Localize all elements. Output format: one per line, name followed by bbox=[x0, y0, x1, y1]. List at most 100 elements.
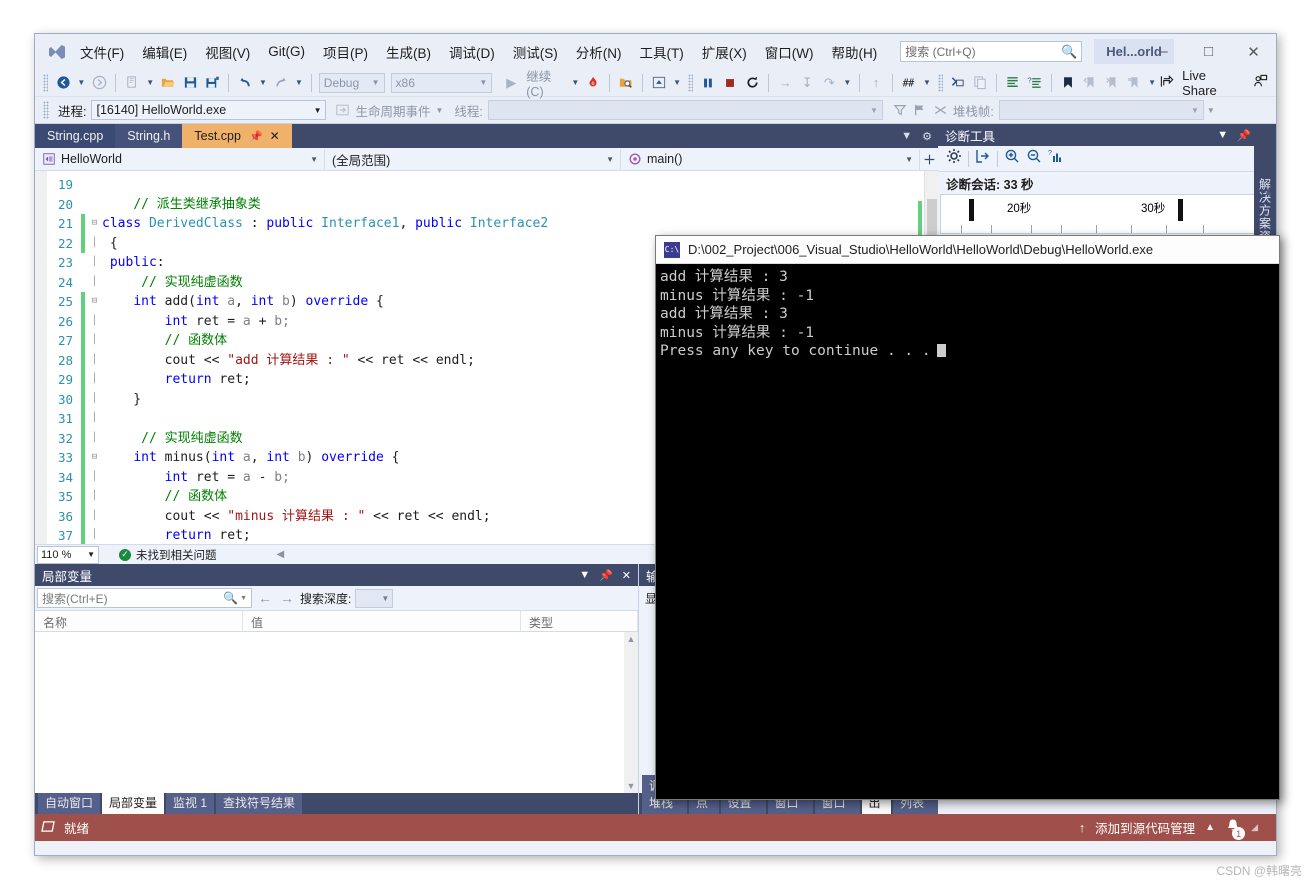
step-into-icon[interactable]: ↧ bbox=[796, 72, 818, 94]
platform-combo[interactable]: x86 ▼ bbox=[390, 72, 493, 93]
scroll-down-icon[interactable]: ▼ bbox=[624, 781, 638, 791]
menu-item-view[interactable]: 视图(V) bbox=[196, 34, 259, 69]
menu-item-extensions[interactable]: 扩展(X) bbox=[693, 34, 756, 69]
toolbar-grip[interactable] bbox=[43, 73, 49, 92]
continue-dropdown-icon[interactable]: ▼ bbox=[568, 78, 582, 87]
feedback-icon[interactable] bbox=[1252, 74, 1268, 92]
clear-bookmark-icon[interactable] bbox=[1123, 72, 1145, 94]
tab-watch-1[interactable]: 监视 1 bbox=[166, 792, 215, 814]
outline-toggle-icon[interactable]: ⊟ bbox=[89, 214, 100, 234]
new-item-dropdown-icon[interactable]: ▼ bbox=[143, 78, 157, 87]
dropdown-icon[interactable]: ▼ bbox=[579, 569, 590, 582]
code-line[interactable]: 21 ⊟ class DerivedClass : public Interface… bbox=[35, 214, 938, 234]
close-icon[interactable]: ✕ bbox=[270, 129, 280, 143]
search-next-icon[interactable]: → bbox=[278, 590, 296, 606]
flag-icon[interactable] bbox=[913, 103, 927, 117]
pin-icon[interactable]: 📌 bbox=[599, 569, 613, 582]
outline-toggle-icon[interactable]: ⊟ bbox=[89, 448, 100, 468]
stop-icon[interactable] bbox=[719, 72, 741, 94]
back-dropdown-icon[interactable]: ▼ bbox=[74, 78, 88, 87]
console-window[interactable]: C:\ D:\002_Project\006_Visual_Studio\Hel… bbox=[655, 235, 1280, 800]
up-arrow-icon[interactable]: ↑ bbox=[865, 72, 887, 94]
thread-icon[interactable] bbox=[947, 72, 969, 94]
menu-item-tools[interactable]: 工具(T) bbox=[631, 34, 693, 69]
minimize-icon[interactable]: – bbox=[1141, 34, 1186, 69]
close-icon[interactable]: ✕ bbox=[622, 569, 631, 582]
undo-dropdown-icon[interactable]: ▼ bbox=[256, 78, 270, 87]
member-selector[interactable]: main() ▼ bbox=[621, 148, 920, 170]
notification-bell[interactable]: 1 bbox=[1225, 818, 1246, 840]
back-navigate-icon[interactable] bbox=[52, 72, 74, 94]
menu-item-window[interactable]: 窗口(W) bbox=[756, 34, 823, 69]
cross-threads-icon[interactable] bbox=[933, 103, 948, 117]
open-file-icon[interactable] bbox=[157, 72, 179, 94]
hot-reload-icon[interactable] bbox=[582, 72, 604, 94]
overflow-dropdown-icon[interactable]: ▼ bbox=[1204, 106, 1218, 115]
tab-find-symbol-results[interactable]: 查找符号结果 bbox=[216, 792, 303, 814]
tab-locals[interactable]: 局部变量 bbox=[102, 792, 165, 814]
search-depth-combo[interactable]: ▼ bbox=[355, 588, 394, 608]
menu-item-project[interactable]: 项目(P) bbox=[314, 34, 377, 69]
chart-icon[interactable]: ? bbox=[1048, 148, 1064, 169]
locals-grid-body[interactable]: ▲ ▼ bbox=[35, 632, 638, 793]
column-header-value[interactable]: 值 bbox=[243, 611, 521, 631]
editor-issue-status[interactable]: ✓ 未找到相关问题 bbox=[99, 547, 217, 563]
column-header-type[interactable]: 类型 bbox=[521, 611, 638, 631]
scroll-left-icon[interactable]: ◀ bbox=[217, 549, 285, 560]
locals-search-input[interactable]: 搜索(Ctrl+E) 🔍 ▼ bbox=[37, 588, 252, 608]
quick-launch-search[interactable]: 搜索 (Ctrl+Q) 🔍 bbox=[900, 41, 1083, 62]
zoom-out-icon[interactable] bbox=[1026, 148, 1042, 169]
callstack-combo[interactable]: ▼ bbox=[998, 100, 1204, 120]
menu-item-git[interactable]: Git(G) bbox=[259, 34, 314, 69]
tab-autos[interactable]: 自动窗口 bbox=[38, 792, 101, 814]
comment-icon[interactable] bbox=[1002, 72, 1024, 94]
menu-item-edit[interactable]: 编辑(E) bbox=[133, 34, 196, 69]
attach-process-icon[interactable] bbox=[615, 72, 637, 94]
configuration-combo[interactable]: Debug ▼ bbox=[318, 72, 385, 93]
locals-vertical-scrollbar[interactable]: ▲ ▼ bbox=[624, 632, 638, 793]
lifecycle-events-icon[interactable] bbox=[335, 103, 350, 117]
menu-item-test[interactable]: 测试(S) bbox=[504, 34, 567, 69]
undo-icon[interactable] bbox=[234, 72, 256, 94]
menu-item-analyze[interactable]: 分析(N) bbox=[567, 34, 631, 69]
pause-icon[interactable] bbox=[697, 72, 719, 94]
thread-combo[interactable]: ▼ bbox=[487, 100, 883, 120]
project-selector[interactable]: HelloWorld ▼ bbox=[35, 148, 325, 170]
step-out-icon[interactable]: ↷ bbox=[818, 72, 840, 94]
source-control-label[interactable]: 添加到源代码管理 bbox=[1095, 818, 1195, 837]
export-icon[interactable] bbox=[975, 148, 991, 169]
bookmark-dropdown-icon[interactable]: ▼ bbox=[1145, 78, 1159, 87]
live-share-button[interactable]: Live Share bbox=[1159, 68, 1276, 98]
document-tab-string-cpp[interactable]: String.cpp bbox=[35, 124, 116, 148]
more-step-dropdown-icon[interactable]: ▼ bbox=[840, 78, 854, 87]
scope-selector[interactable]: (全局范围) ▼ bbox=[325, 148, 621, 170]
pin-icon[interactable]: 📌 bbox=[249, 130, 263, 143]
next-bookmark-icon[interactable] bbox=[1101, 72, 1123, 94]
uncomment-icon[interactable]: ? bbox=[1024, 72, 1046, 94]
step-over-icon[interactable] bbox=[648, 72, 670, 94]
code-line[interactable]: 20 // 派生类继承抽象类 bbox=[35, 195, 938, 215]
console-title-bar[interactable]: C:\ D:\002_Project\006_Visual_Studio\Hel… bbox=[656, 236, 1279, 264]
step-dropdown-icon[interactable]: ▼ bbox=[670, 78, 684, 87]
document-tab-string-h[interactable]: String.h bbox=[115, 124, 183, 148]
caret-up-icon[interactable]: ▲ bbox=[1205, 822, 1215, 833]
restart-icon[interactable] bbox=[741, 72, 763, 94]
document-tab-test-cpp[interactable]: Test.cpp 📌 ✕ bbox=[182, 124, 292, 148]
new-item-icon[interactable] bbox=[121, 72, 143, 94]
tab-list-dropdown-icon[interactable]: ▼ bbox=[901, 130, 912, 142]
scroll-up-icon[interactable]: ▲ bbox=[624, 632, 638, 644]
settings-gear-icon[interactable] bbox=[946, 148, 962, 169]
hex-icon[interactable]: # # bbox=[898, 72, 920, 94]
close-icon[interactable]: ✕ bbox=[1231, 34, 1276, 69]
continue-label[interactable]: 继续(C) bbox=[522, 66, 568, 99]
split-view-icon[interactable] bbox=[920, 153, 938, 166]
copy-stack-icon[interactable] bbox=[969, 72, 991, 94]
toolbar-grip[interactable] bbox=[937, 73, 944, 92]
diagnostics-scroll-up-icon[interactable]: ▲ bbox=[1263, 186, 1274, 198]
continue-play-icon[interactable]: ▶ bbox=[500, 72, 522, 94]
code-line[interactable]: 19 bbox=[35, 175, 938, 195]
chevron-down-icon[interactable]: ▼ bbox=[238, 595, 247, 602]
redo-dropdown-icon[interactable]: ▼ bbox=[292, 78, 306, 87]
zoom-level-combo[interactable]: 110 % ▼ bbox=[37, 545, 99, 564]
show-next-statement-icon[interactable]: → bbox=[774, 72, 796, 94]
